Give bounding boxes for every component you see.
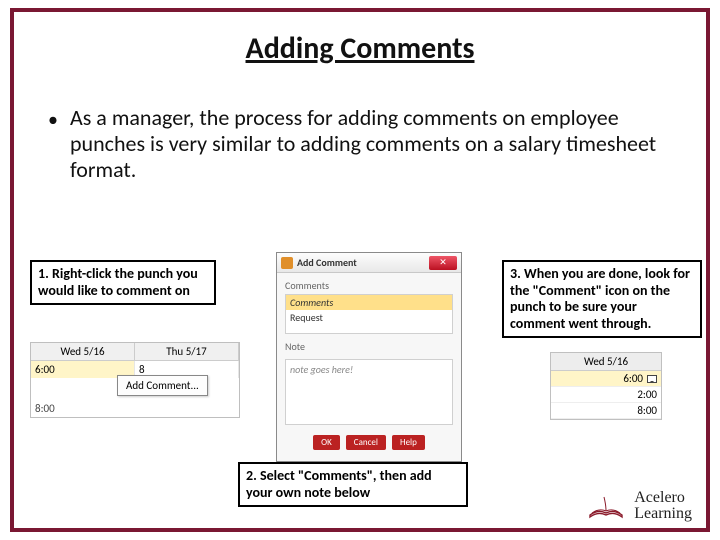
book-icon [586, 491, 626, 521]
dialog-title: Add Comment [297, 256, 429, 269]
comment-type-list[interactable]: Comments Request [285, 294, 453, 334]
section-label-comments: Comments [277, 273, 461, 294]
punch-row: 2:00 [551, 387, 661, 403]
note-textarea[interactable]: note goes here! [285, 359, 453, 425]
dialog-app-icon [281, 257, 293, 269]
screenshot-add-comment-dialog: Add Comment ✕ Comments Comments Request … [276, 252, 462, 462]
punch-cell: 8:00 [35, 402, 55, 415]
punch-time: 6:00 [623, 372, 643, 385]
col-header: Wed 5/16 [551, 353, 661, 371]
acelero-learning-logo: Acelero Learning [586, 490, 692, 522]
callout-step-1: 1. Right-click the punch you would like … [30, 260, 216, 305]
bullet-icon: • [48, 109, 58, 133]
list-item-selected[interactable]: Comments [286, 295, 452, 310]
dialog-titlebar: Add Comment ✕ [277, 253, 461, 273]
col-header: Thu 5/17 [135, 343, 239, 360]
body-paragraph: • As a manager, the process for adding c… [70, 105, 666, 183]
punch-row: 6:00 [551, 371, 661, 387]
cancel-button[interactable]: Cancel [346, 435, 386, 450]
help-button[interactable]: Help [392, 435, 425, 450]
comment-icon[interactable] [647, 375, 657, 383]
callout-step-2: 2. Select "Comments", then add your own … [238, 462, 468, 507]
list-item[interactable]: Request [286, 310, 452, 325]
context-menu-add-comment[interactable]: Add Comment... [117, 375, 208, 396]
logo-text-line2: Learning [634, 506, 692, 522]
logo-text-line1: Acelero [634, 490, 692, 506]
screenshot-punch-with-comment-icon: Wed 5/16 6:00 2:00 8:00 [550, 352, 662, 420]
punch-time: 2:00 [637, 388, 657, 401]
ok-button[interactable]: OK [313, 435, 340, 450]
screenshot-timesheet-context-menu: Wed 5/16 Thu 5/17 6:00 8 Add Comment... … [30, 342, 240, 418]
callout-step-3: 3. When you are done, look for the "Comm… [502, 260, 702, 338]
slide-frame: Adding Comments • As a manager, the proc… [10, 8, 710, 532]
section-label-note: Note [277, 334, 461, 355]
punch-row: 8:00 [551, 403, 661, 419]
col-header: Wed 5/16 [31, 343, 135, 360]
punch-time: 8:00 [637, 404, 657, 417]
close-button[interactable]: ✕ [429, 256, 457, 270]
slide-title: Adding Comments [14, 30, 706, 67]
body-text: As a manager, the process for adding com… [70, 104, 656, 183]
